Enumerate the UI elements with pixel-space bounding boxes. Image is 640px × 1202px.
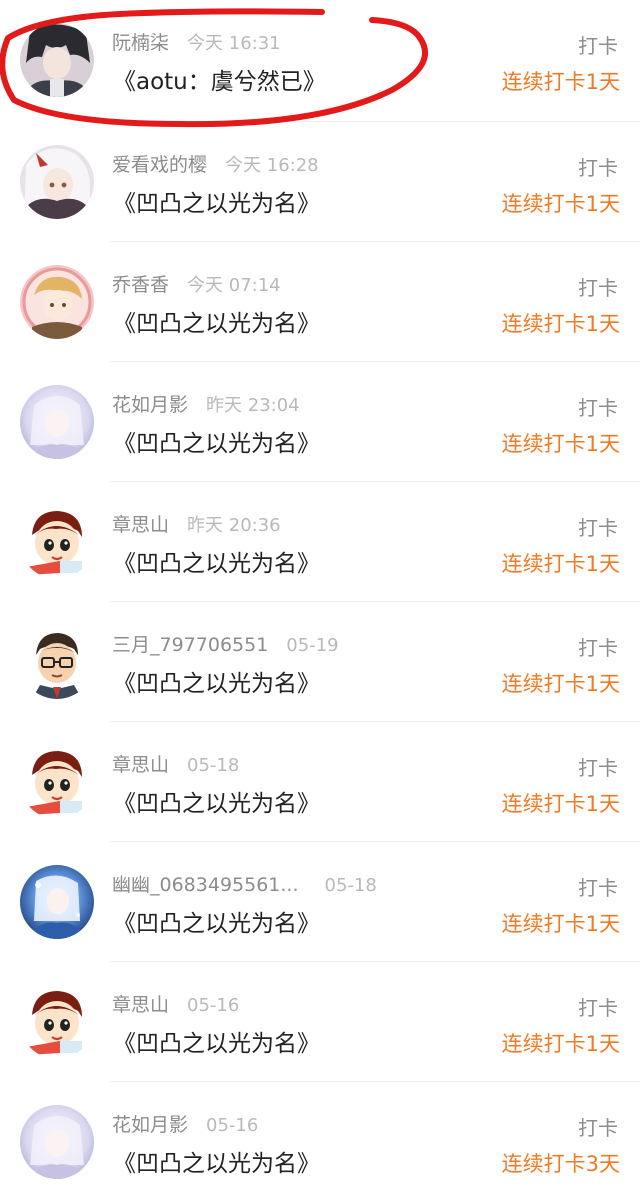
checkin-time: 昨天 20:36 [187,515,281,536]
checkin-time: 05-18 [187,755,240,776]
streak-label: 连续打卡1天 [501,192,620,216]
checkin-row[interactable]: 三月_797706551 05-19 《凹凸之以光为名》 打卡 连续打卡1天 [0,602,640,722]
username[interactable]: 花如月影 昨天 23:04 [112,390,300,417]
book-title[interactable]: 《凹凸之以光为名》 [113,1144,320,1178]
username-text[interactable]: 阮楠柒 [112,32,169,54]
checkin-row[interactable]: 章思山 昨天 20:36 《凹凸之以光为名》 打卡 连续打卡1天 [0,482,640,602]
avatar-anime-dark[interactable] [20,23,94,97]
username[interactable]: 章思山 昨天 20:36 [112,510,281,537]
username[interactable]: 章思山 05-18 [112,750,239,777]
streak-label: 连续打卡3天 [501,1152,620,1176]
book-title[interactable]: 《凹凸之以光为名》 [113,664,320,698]
username-text[interactable]: 三月_797706551 [112,634,268,656]
checkin-action-label: 打卡 [578,516,618,540]
checkin-time: 今天 16:28 [225,155,319,176]
username-text[interactable]: 章思山 [112,754,169,776]
streak-label: 连续打卡1天 [501,792,620,816]
streak-label: 连续打卡1天 [501,432,620,456]
username[interactable]: 章思山 05-16 [112,990,239,1017]
checkin-row[interactable]: 花如月影 05-16 《凹凸之以光为名》 打卡 连续打卡3天 [0,1082,640,1202]
username-text[interactable]: 章思山 [112,994,169,1016]
username-text[interactable]: 幽幽_0683495561... [112,874,299,896]
streak-label: 连续打卡1天 [501,312,620,336]
username-text[interactable]: 爱看戏的樱 [112,154,207,176]
checkin-time: 05-18 [324,875,377,896]
checkin-action-label: 打卡 [578,34,618,58]
checkin-time: 05-16 [187,995,240,1016]
checkin-row[interactable]: 乔香香 今天 07:14 《凹凸之以光为名》 打卡 连续打卡1天 [0,242,640,362]
streak-label: 连续打卡1天 [501,912,620,936]
checkin-row[interactable]: 幽幽_0683495561... 05-18 《凹凸之以光为名》 打卡 连续打卡1… [0,842,640,962]
book-title[interactable]: 《凹凸之以光为名》 [113,184,320,218]
avatar-anime-blonde[interactable] [20,265,94,339]
avatar-anime-blue[interactable] [20,865,94,939]
checkin-time: 今天 16:31 [187,33,281,54]
book-title[interactable]: 《凹凸之以光为名》 [113,904,320,938]
username-text[interactable]: 花如月影 [112,1114,188,1136]
book-title[interactable]: 《凹凸之以光为名》 [113,304,320,338]
checkin-action-label: 打卡 [578,996,618,1020]
avatar-cartoon-glasses[interactable] [20,625,94,699]
username-text[interactable]: 章思山 [112,514,169,536]
streak-label: 连续打卡1天 [501,552,620,576]
username[interactable]: 花如月影 05-16 [112,1110,258,1137]
avatar-anime-pale[interactable] [20,1105,94,1179]
checkin-row[interactable]: 章思山 05-16 《凹凸之以光为名》 打卡 连续打卡1天 [0,962,640,1082]
streak-label: 连续打卡1天 [501,672,620,696]
book-title[interactable]: 《凹凸之以光为名》 [113,784,320,818]
username[interactable]: 乔香香 今天 07:14 [112,270,281,297]
streak-label: 连续打卡1天 [501,70,620,94]
checkin-list: 阮楠柒 今天 16:31 《aotu：虞兮然已》 打卡 连续打卡1天 爱看戏的樱今… [0,0,640,1202]
book-title[interactable]: 《凹凸之以光为名》 [113,424,320,458]
checkin-row[interactable]: 花如月影 昨天 23:04 《凹凸之以光为名》 打卡 连续打卡1天 [0,362,640,482]
checkin-action-label: 打卡 [578,756,618,780]
checkin-action-label: 打卡 [578,1116,618,1140]
checkin-time: 05-19 [286,635,339,656]
checkin-time: 昨天 23:04 [206,395,300,416]
username[interactable]: 幽幽_0683495561... 05-18 [112,870,377,897]
checkin-action-label: 打卡 [578,276,618,300]
avatar-anime-white[interactable] [20,145,94,219]
username-text[interactable]: 花如月影 [112,394,188,416]
username[interactable]: 三月_797706551 05-19 [112,630,339,657]
checkin-row[interactable]: 章思山 05-18 《凹凸之以光为名》 打卡 连续打卡1天 [0,722,640,842]
username[interactable]: 爱看戏的樱 今天 16:28 [112,150,319,177]
checkin-row[interactable]: 阮楠柒 今天 16:31 《aotu：虞兮然已》 打卡 连续打卡1天 [0,0,640,122]
username[interactable]: 阮楠柒 今天 16:31 [112,28,281,55]
username-text[interactable]: 乔香香 [112,274,169,296]
checkin-action-label: 打卡 [578,636,618,660]
avatar-cartoon-boy[interactable] [20,745,94,819]
avatar-anime-pale[interactable] [20,385,94,459]
checkin-action-label: 打卡 [578,396,618,420]
avatar-cartoon-boy[interactable] [20,985,94,1059]
checkin-time: 05-16 [206,1115,259,1136]
checkin-time: 今天 07:14 [187,275,281,296]
avatar-cartoon-boy[interactable] [20,505,94,579]
book-title[interactable]: 《凹凸之以光为名》 [113,544,320,578]
checkin-action-label: 打卡 [578,156,618,180]
checkin-action-label: 打卡 [578,876,618,900]
streak-label: 连续打卡1天 [501,1032,620,1056]
book-title[interactable]: 《aotu：虞兮然已》 [113,62,326,96]
checkin-row[interactable]: 爱看戏的樱 今天 16:28 《凹凸之以光为名》 打卡 连续打卡1天 [0,122,640,242]
book-title[interactable]: 《凹凸之以光为名》 [113,1024,320,1058]
